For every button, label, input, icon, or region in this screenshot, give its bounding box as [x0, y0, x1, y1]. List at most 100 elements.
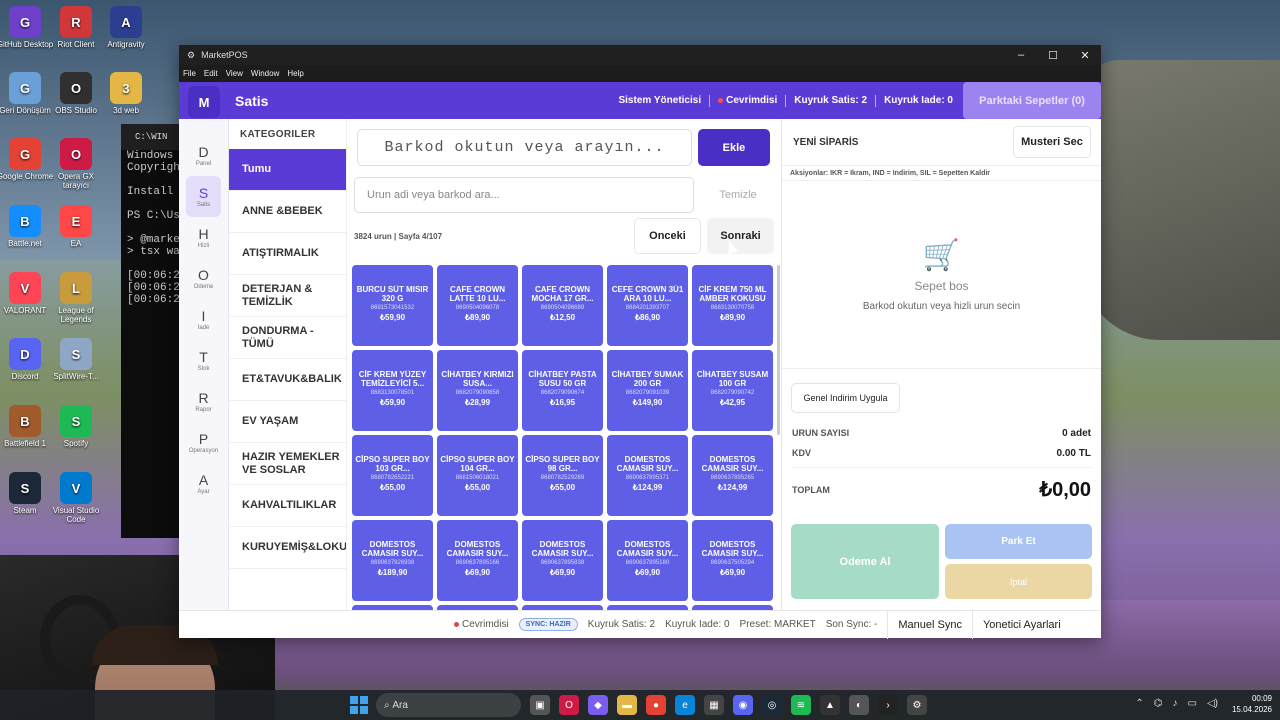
- nav-item[interactable]: H Hizli: [179, 217, 228, 258]
- network-icon[interactable]: ⌬: [1154, 698, 1163, 709]
- file-explorer-icon[interactable]: ▬: [617, 695, 637, 715]
- product-tile[interactable]: DOMESTOS CAMASIR SUY... 8690637895265 ₺124…: [692, 435, 773, 516]
- discord-icon[interactable]: ◉: [733, 695, 753, 715]
- product-tile[interactable]: CAFE CROWN LATTE 10 LU... 8690504096078 ₺8…: [437, 265, 518, 346]
- category-item[interactable]: ATIŞTIRMALIK: [229, 233, 346, 275]
- product-tile[interactable]: DOMESTOS CAMASIR SUY... 8690637895838 ₺69,…: [522, 520, 603, 601]
- cancel-button[interactable]: Iptal: [945, 564, 1092, 599]
- desktop-shortcut[interactable]: O Opera GX tarayıcı: [46, 138, 106, 190]
- product-tile[interactable]: DOMESTOS CAMASIR SUY... 8690637895166 ₺69,…: [437, 520, 518, 601]
- product-search-input[interactable]: Urun adi veya barkod ara...: [354, 177, 694, 213]
- desktop-shortcut[interactable]: S Spotify: [46, 405, 106, 448]
- manual-sync-button[interactable]: Manuel Sync: [887, 610, 972, 639]
- parked-carts-button[interactable]: Parktaki Sepetler (0): [963, 82, 1101, 119]
- window-titlebar[interactable]: ⚙ MarketPOS – ☐ ✕: [179, 45, 1101, 65]
- desktop-shortcut[interactable]: L League of Legends: [46, 272, 106, 324]
- product-tile[interactable]: CİHATBEY PASTA SUSU 50 GR 8682079090674 ₺1…: [522, 350, 603, 431]
- maximize-icon[interactable]: ☐: [1037, 49, 1069, 62]
- menu-item[interactable]: Edit: [204, 69, 218, 78]
- previous-page-button[interactable]: Onceki: [634, 218, 701, 254]
- product-tile[interactable]: CİF KREM 750 ML AMBER KOKUSU 868313007075…: [692, 265, 773, 346]
- terminal-icon[interactable]: ›: [878, 695, 898, 715]
- terminal-window[interactable]: C:\WIN Windows P Copyright Install t PS C…: [121, 124, 183, 538]
- windows-start-icon[interactable]: [350, 696, 368, 714]
- product-price: ₺69,90: [719, 568, 746, 577]
- select-customer-button[interactable]: Musteri Sec: [1013, 126, 1091, 158]
- category-item[interactable]: KURUYEMİŞ&LOKU: [229, 527, 346, 569]
- desktop-shortcut[interactable]: E EA: [46, 205, 106, 248]
- product-tile[interactable]: CİHATBEY KIRMIZI SUSA... 8682079090858 ₺28…: [437, 350, 518, 431]
- add-button[interactable]: Ekle: [698, 129, 770, 166]
- volume-icon[interactable]: ◁): [1207, 698, 1218, 709]
- category-item[interactable]: DONDURMA - TÜMÜ: [229, 317, 346, 359]
- obs-icon[interactable]: ◐: [849, 695, 869, 715]
- desktop-shortcut[interactable]: V Visual Studio Code: [46, 472, 106, 524]
- product-tile[interactable]: CİF KREM YÜZEY TEMİZLEYİCİ 5... 868313007…: [352, 350, 433, 431]
- spotify-icon[interactable]: ≋: [791, 695, 811, 715]
- category-item[interactable]: ET&TAVUK&BALIK: [229, 359, 346, 401]
- desktop-shortcut[interactable]: A Antigravity: [96, 6, 156, 49]
- marketpos-icon[interactable]: ⚙: [907, 695, 927, 715]
- category-item[interactable]: ANNE &BEBEK: [229, 191, 346, 233]
- steam-icon: S: [9, 472, 41, 504]
- product-grid-scrollbar[interactable]: [777, 265, 780, 435]
- nav-item[interactable]: R Rapor: [179, 381, 228, 422]
- chrome-icon[interactable]: ●: [646, 695, 666, 715]
- next-page-button[interactable]: Sonraki: [707, 218, 774, 254]
- menu-item[interactable]: File: [183, 69, 196, 78]
- product-tile[interactable]: CİPSO SUPER BOY 104 GR... 8681506018021 ₺5…: [437, 435, 518, 516]
- park-button[interactable]: Park Et: [945, 524, 1092, 559]
- product-tile[interactable]: CİPSO SUPER BOY 103 GR... 8680782652221 ₺5…: [352, 435, 433, 516]
- category-item[interactable]: KAHVALTILIKLAR: [229, 485, 346, 527]
- product-tile[interactable]: DOMESTOS CAMASIR SUY... 8690637926938 ₺189…: [352, 520, 433, 601]
- product-tile[interactable]: DOMESTOS CAMASIR SUY... 8690637895180 ₺69,…: [607, 520, 688, 601]
- nav-item[interactable]: P Operasyon: [179, 422, 228, 463]
- menu-item[interactable]: View: [226, 69, 243, 78]
- apply-discount-button[interactable]: Genel Indirim Uygula: [791, 383, 900, 413]
- take-payment-button[interactable]: Odeme Al: [791, 524, 939, 599]
- nav-item[interactable]: S Satis: [186, 176, 221, 217]
- store-icon[interactable]: ▦: [704, 695, 724, 715]
- minimize-icon[interactable]: –: [1005, 49, 1037, 62]
- taskbar-search[interactable]: ⌕ Ara: [376, 693, 521, 717]
- category-item[interactable]: DETERJAN & TEMİZLİK: [229, 275, 346, 317]
- category-item[interactable]: EV YAŞAM: [229, 401, 346, 443]
- desktop-shortcut[interactable]: 3 3d web: [96, 72, 156, 115]
- desktop-shortcut[interactable]: S SplitWire-T...: [46, 338, 106, 381]
- product-panel: Barkod okutun veya arayın... Ekle Urun a…: [347, 119, 781, 610]
- product-tile[interactable]: CİHATBEY SUSAM 100 GR 8682079090742 ₺42,95: [692, 350, 773, 431]
- product-tile[interactable]: CAFE CROWN MOCHA 17 GR... 8690504096689 ₺1…: [522, 265, 603, 346]
- display-icon[interactable]: ▭: [1188, 698, 1197, 709]
- category-item[interactable]: Tumu: [229, 149, 346, 191]
- product-name: CİPSO SUPER BOY 104 GR...: [440, 455, 515, 473]
- clock[interactable]: 00:09 15.04.2026: [1232, 693, 1272, 715]
- nav-item[interactable]: O Odeme: [179, 258, 228, 299]
- copilot-icon[interactable]: ◆: [588, 695, 608, 715]
- task-view-icon[interactable]: ▣: [530, 695, 550, 715]
- product-tile[interactable]: BURCU SÜT MISIR 320 G 8691573041532 ₺59,90: [352, 265, 433, 346]
- menu-item[interactable]: Window: [251, 69, 279, 78]
- clear-button[interactable]: Temizle: [702, 177, 774, 213]
- product-tile[interactable]: DOMESTOS CAMASIR SUY... 8690637505294 ₺69,…: [692, 520, 773, 601]
- chevron-up-icon[interactable]: ⌃: [1135, 698, 1143, 709]
- close-icon[interactable]: ✕: [1069, 49, 1101, 62]
- product-tile[interactable]: CİPSO SUPER BOY 98 GR... 8680782529269 ₺55…: [522, 435, 603, 516]
- edge-icon[interactable]: e: [675, 695, 695, 715]
- microphone-icon[interactable]: ♪: [1173, 698, 1178, 709]
- nav-item[interactable]: T Stok: [179, 340, 228, 381]
- product-tile[interactable]: CEFE CROWN 3Ü1 ARA 10 LU... 8684201393707…: [607, 265, 688, 346]
- app-icon[interactable]: ▲: [820, 695, 840, 715]
- nav-item[interactable]: I Iade: [179, 299, 228, 340]
- admin-settings-button[interactable]: Yonetici Ayarlari: [971, 610, 1071, 639]
- nav-item[interactable]: A Ayar: [179, 463, 228, 504]
- menu-item[interactable]: Help: [287, 69, 303, 78]
- category-item[interactable]: HAZIR YEMEKLER VE SOSLAR: [229, 443, 346, 485]
- product-tile[interactable]: DOMESTOS CAMASIR SUY... 8690637895371 ₺124…: [607, 435, 688, 516]
- barcode-input[interactable]: Barkod okutun veya arayın...: [357, 129, 692, 166]
- product-tile[interactable]: CİHATBEY SUMAK 200 GR 8682079091039 ₺149,9…: [607, 350, 688, 431]
- steam-icon[interactable]: ◎: [762, 695, 782, 715]
- opera-icon[interactable]: O: [559, 695, 579, 715]
- nav-item[interactable]: D Panel: [179, 135, 228, 176]
- nav-item-letter: R: [198, 390, 209, 406]
- category-header: KATEGORILER: [240, 129, 316, 140]
